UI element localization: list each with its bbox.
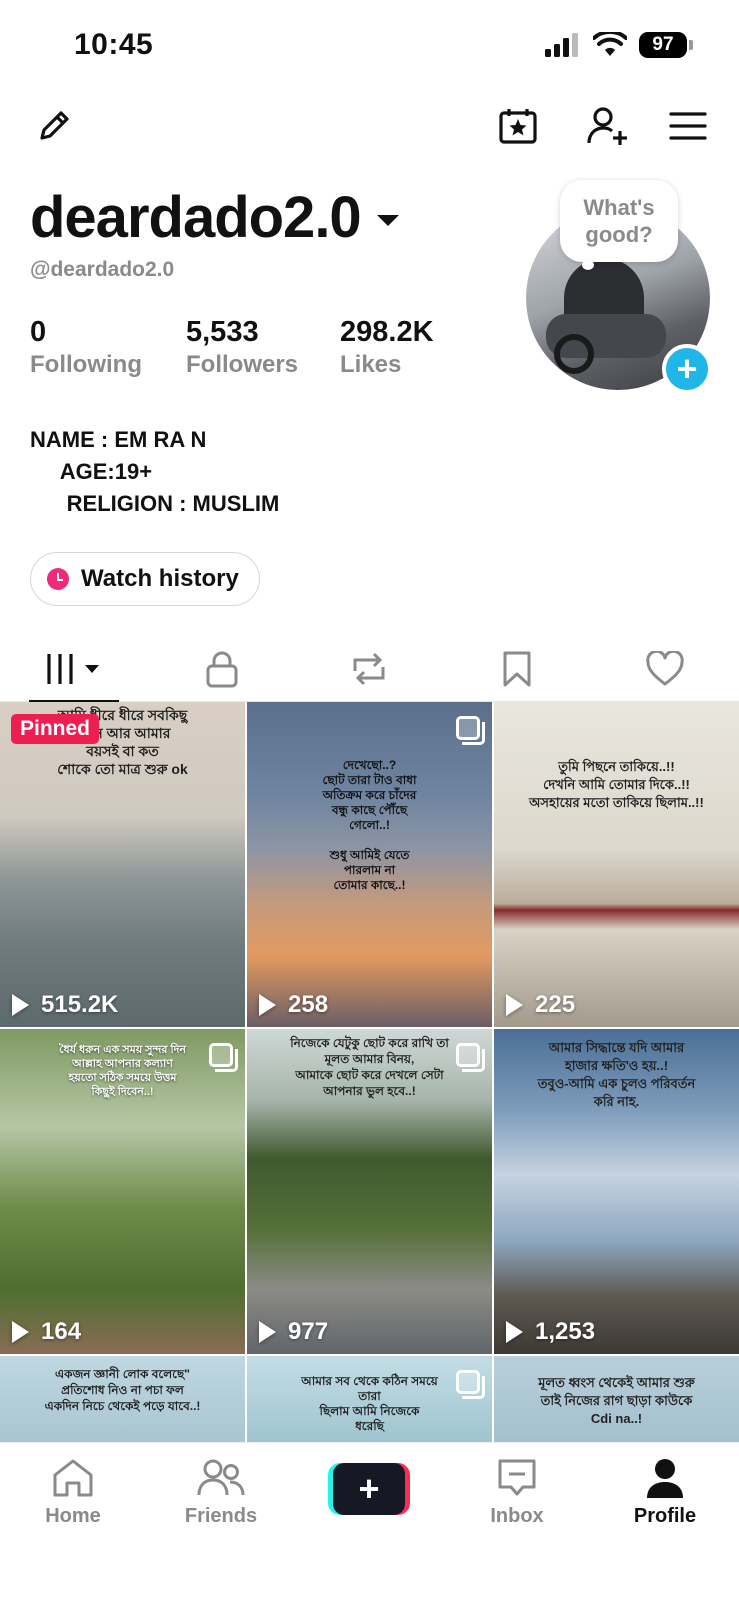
cellular-signal-icon [545, 33, 578, 57]
video-tile[interactable]: তুমি পিছনে তাকিয়ে..!! দেখনি আমি তোমার দ… [494, 702, 739, 1027]
likes-count: 298.2K [340, 316, 434, 348]
calendar-button[interactable] [494, 102, 542, 150]
photo-carousel-icon [456, 716, 485, 745]
battery-tip [689, 40, 693, 50]
add-friend-button[interactable] [584, 102, 632, 150]
video-tile[interactable]: নিজেকে যেটুকু ছোট করে রাখি তা মূলত আমার … [247, 1029, 492, 1354]
play-icon [506, 1321, 523, 1343]
status-bar: 10:45 97 [0, 0, 739, 92]
lock-icon [206, 651, 238, 687]
video-tile[interactable]: ধৈর্য ধরুন এক সময় সুন্দর দিন আল্লাহ আপন… [0, 1029, 245, 1354]
tab-videos[interactable] [28, 639, 119, 703]
home-icon [53, 1459, 93, 1497]
video-caption: দেখেছো..? ছোট তারা টাও বাধা অতিক্রম করে … [322, 758, 417, 892]
battery-level: 97 [639, 32, 687, 58]
play-icon [259, 994, 276, 1016]
view-count: 977 [259, 1318, 328, 1346]
profile-stats: 0 Following 5,533 Followers 298.2K Likes [30, 316, 480, 379]
video-caption: একজন জ্ঞানী লোক বলেছে" প্রতিশোধ নিও না প… [44, 1367, 201, 1413]
likes-stat[interactable]: 298.2K Likes [340, 316, 434, 379]
bookmark-icon [503, 651, 531, 686]
inbox-icon [498, 1459, 536, 1496]
video-grid: আমি ধীরে ধীরে সবকিছু এখন আর আমার বয়সই ব… [0, 702, 739, 1448]
following-label: Following [30, 351, 142, 378]
tab-liked[interactable] [620, 639, 710, 699]
pinned-badge: Pinned [11, 714, 100, 744]
watch-history-button[interactable]: Watch history [30, 552, 260, 606]
friends-icon [197, 1459, 245, 1496]
nav-friends-label: Friends [184, 1505, 258, 1527]
display-name: deardado2.0 [30, 185, 362, 250]
profile-icon [647, 1459, 683, 1498]
add-story-plus-icon[interactable]: + [662, 344, 712, 394]
calendar-star-icon [499, 109, 537, 144]
profile-bio: NAME : EM RA N AGE:19+ RELIGION : MUSLIM [30, 427, 280, 516]
avatar-wheel-shape [554, 334, 594, 374]
battery-indicator: 97 [639, 32, 693, 58]
view-count: 1,253 [506, 1318, 595, 1346]
following-stat[interactable]: 0 Following [30, 316, 142, 379]
pencil-icon [40, 111, 69, 140]
grid-icon [47, 653, 99, 684]
create-button[interactable]: + [328, 1463, 410, 1515]
following-count: 0 [30, 316, 47, 348]
menu-icon [669, 112, 707, 140]
nav-profile[interactable]: Profile [605, 1457, 725, 1528]
status-bubble[interactable]: What's good? [560, 180, 678, 262]
likes-label: Likes [340, 351, 402, 378]
repost-icon [353, 652, 385, 685]
play-icon [259, 1321, 276, 1343]
nav-friends[interactable]: Friends [161, 1457, 281, 1528]
video-tile[interactable]: দেখেছো..? ছোট তারা টাও বাধা অতিক্রম করে … [247, 702, 492, 1027]
create-plus-icon: + [333, 1463, 405, 1515]
tab-private[interactable] [177, 639, 267, 699]
play-icon [506, 994, 523, 1016]
followers-stat[interactable]: 5,533 Followers [186, 316, 299, 379]
video-tile[interactable]: আমি ধীরে ধীরে সবকিছু এখন আর আমার বয়সই ব… [0, 702, 245, 1027]
video-tile[interactable]: মূলত ধ্বংস থেকেই আমার শুরু তাই নিজের রাগ… [494, 1356, 739, 1448]
menu-button[interactable] [664, 102, 712, 150]
top-bar [0, 102, 739, 158]
video-caption: নিজেকে যেটুকু ছোট করে রাখি তা মূলত আমার … [290, 1036, 449, 1098]
nav-inbox[interactable]: Inbox [457, 1457, 577, 1528]
nav-home[interactable]: Home [13, 1457, 133, 1528]
bottom-nav: Home Friends + Inbox Profile [0, 1442, 739, 1600]
account-switcher[interactable]: deardado2.0 [30, 184, 399, 251]
status-time: 10:45 [74, 28, 154, 61]
heart-icon [646, 650, 684, 685]
video-tile[interactable]: আমার সিদ্ধান্তে যদি আমার হাজার ক্ষতি'ও হ… [494, 1029, 739, 1354]
view-count: 225 [506, 991, 575, 1019]
tab-reposts[interactable] [324, 639, 414, 699]
edit-profile-button[interactable] [30, 102, 78, 150]
content-tabs [0, 636, 739, 703]
play-icon [12, 1321, 29, 1343]
clock-icon [47, 568, 69, 590]
nav-profile-label: Profile [633, 1505, 697, 1527]
bubble-tail [582, 260, 594, 270]
tab-favorites[interactable] [472, 639, 562, 699]
wifi-icon [593, 32, 627, 56]
followers-label: Followers [186, 351, 299, 378]
followers-count: 5,533 [186, 316, 259, 348]
video-caption: তুমি পিছনে তাকিয়ে..!! দেখনি আমি তোমার দ… [529, 759, 704, 810]
play-icon [12, 994, 29, 1016]
video-caption: মূলত ধ্বংস থেকেই আমার শুরু তাই নিজের রাগ… [538, 1375, 695, 1426]
add-user-icon [587, 107, 627, 145]
video-caption: ধৈর্য ধরুন এক সময় সুন্দর দিন আল্লাহ আপন… [59, 1044, 186, 1098]
view-count: 258 [259, 991, 328, 1019]
watch-history-label: Watch history [81, 565, 239, 592]
username-handle: @deardado2.0 [30, 258, 175, 281]
video-caption: আমার সব থেকে কঠিন সময়ে তারা ছিলাম আমি ন… [301, 1374, 438, 1433]
view-count: 515.2K [12, 991, 118, 1019]
nav-home-label: Home [45, 1505, 101, 1527]
video-tile[interactable]: একজন জ্ঞানী লোক বলেছে" প্রতিশোধ নিও না প… [0, 1356, 245, 1448]
nav-inbox-label: Inbox [490, 1505, 544, 1527]
status-icons: 97 [545, 32, 693, 58]
view-count: 164 [12, 1318, 81, 1346]
chevron-down-icon [376, 215, 399, 226]
video-caption: আমার সিদ্ধান্তে যদি আমার হাজার ক্ষতি'ও হ… [537, 1040, 696, 1109]
video-tile[interactable]: আমার সব থেকে কঠিন সময়ে তারা ছিলাম আমি ন… [247, 1356, 492, 1448]
